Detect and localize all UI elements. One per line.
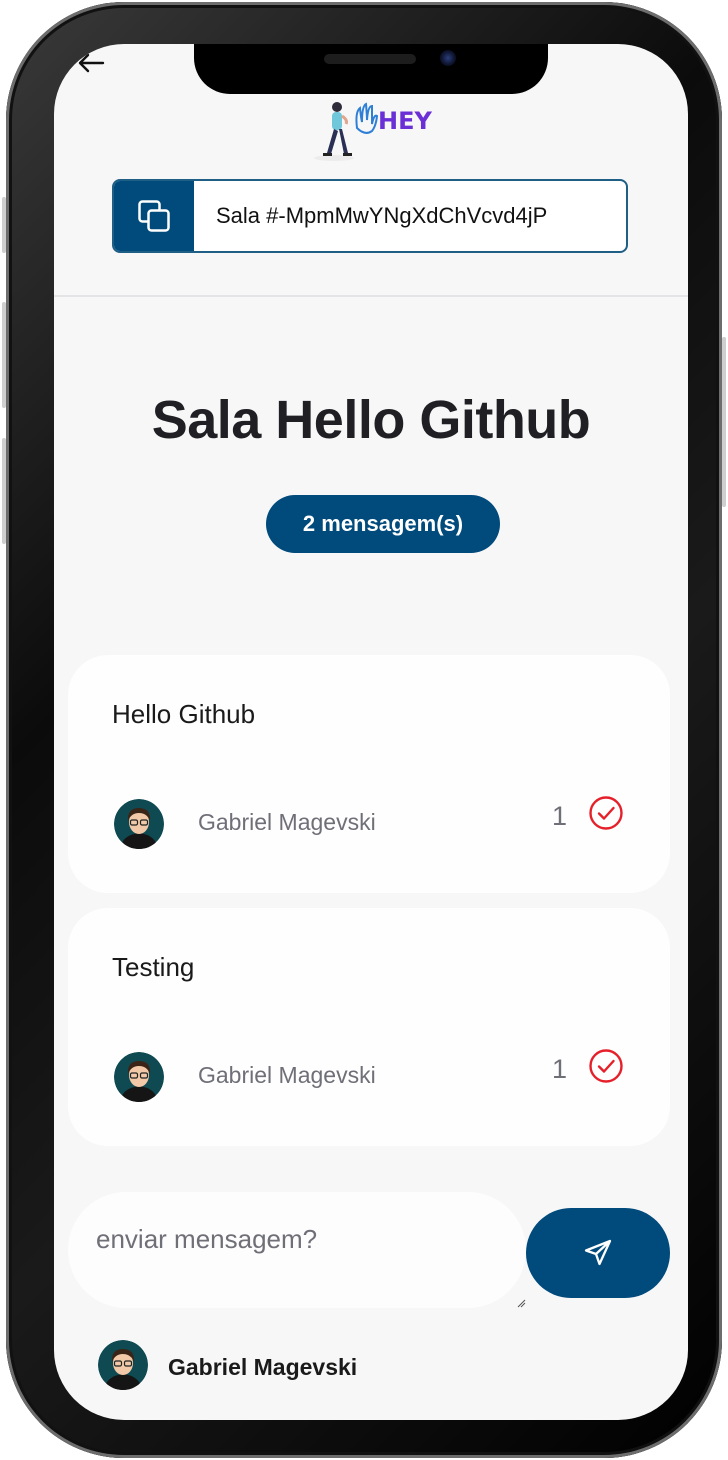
volume-down-button bbox=[2, 438, 6, 544]
message-input[interactable] bbox=[94, 1222, 498, 1276]
message-count-badge: 2 mensagem(s) bbox=[266, 495, 500, 553]
question-text: Testing bbox=[112, 952, 195, 982]
question-text: Hello Github bbox=[112, 699, 256, 729]
back-button[interactable] bbox=[74, 50, 108, 76]
current-user-name: Gabriel Magevski bbox=[168, 1354, 358, 1380]
copy-icon bbox=[138, 200, 170, 232]
like-count: 1 bbox=[552, 801, 568, 831]
check-circle-icon bbox=[589, 796, 623, 830]
avatar bbox=[114, 1052, 164, 1102]
power-button bbox=[722, 337, 726, 507]
logo-wordmark: HEY bbox=[378, 107, 432, 135]
phone-frame: HEY Sala #-MpmMwYNgXdChVcvd4jP Sala Hell… bbox=[2, 2, 726, 1458]
like-button[interactable] bbox=[586, 1046, 626, 1086]
speaker-grille bbox=[324, 54, 416, 64]
copy-button[interactable] bbox=[114, 181, 194, 251]
avatar bbox=[114, 799, 164, 849]
room-code-label: Sala #-MpmMwYNgXdChVcvd4jP bbox=[216, 203, 548, 228]
send-icon bbox=[584, 1239, 612, 1266]
check-circle-icon bbox=[589, 1049, 623, 1083]
question-card: Hello Github Gabriel Magevski 1 bbox=[68, 655, 670, 893]
arrow-left-icon bbox=[78, 53, 105, 73]
app-logo: HEY bbox=[310, 98, 434, 164]
header-divider bbox=[54, 295, 688, 297]
like-button[interactable] bbox=[586, 793, 626, 833]
resize-grip-icon[interactable] bbox=[516, 1298, 526, 1308]
phone-notch bbox=[194, 44, 548, 94]
send-button[interactable] bbox=[526, 1208, 670, 1298]
like-count: 1 bbox=[552, 1054, 568, 1084]
question-author: Gabriel Magevski bbox=[198, 1062, 376, 1088]
message-composer bbox=[68, 1192, 526, 1308]
room-code-button[interactable]: Sala #-MpmMwYNgXdChVcvd4jP bbox=[112, 179, 628, 253]
question-author: Gabriel Magevski bbox=[198, 809, 376, 835]
mute-switch bbox=[2, 197, 6, 253]
front-camera bbox=[440, 50, 456, 66]
user-avatar bbox=[98, 1340, 148, 1390]
room-title: Sala Hello Github bbox=[151, 390, 591, 450]
question-card: Testing Gabriel Magevski 1 bbox=[68, 908, 670, 1146]
volume-up-button bbox=[2, 302, 6, 408]
app-screen: HEY Sala #-MpmMwYNgXdChVcvd4jP Sala Hell… bbox=[54, 44, 688, 1420]
